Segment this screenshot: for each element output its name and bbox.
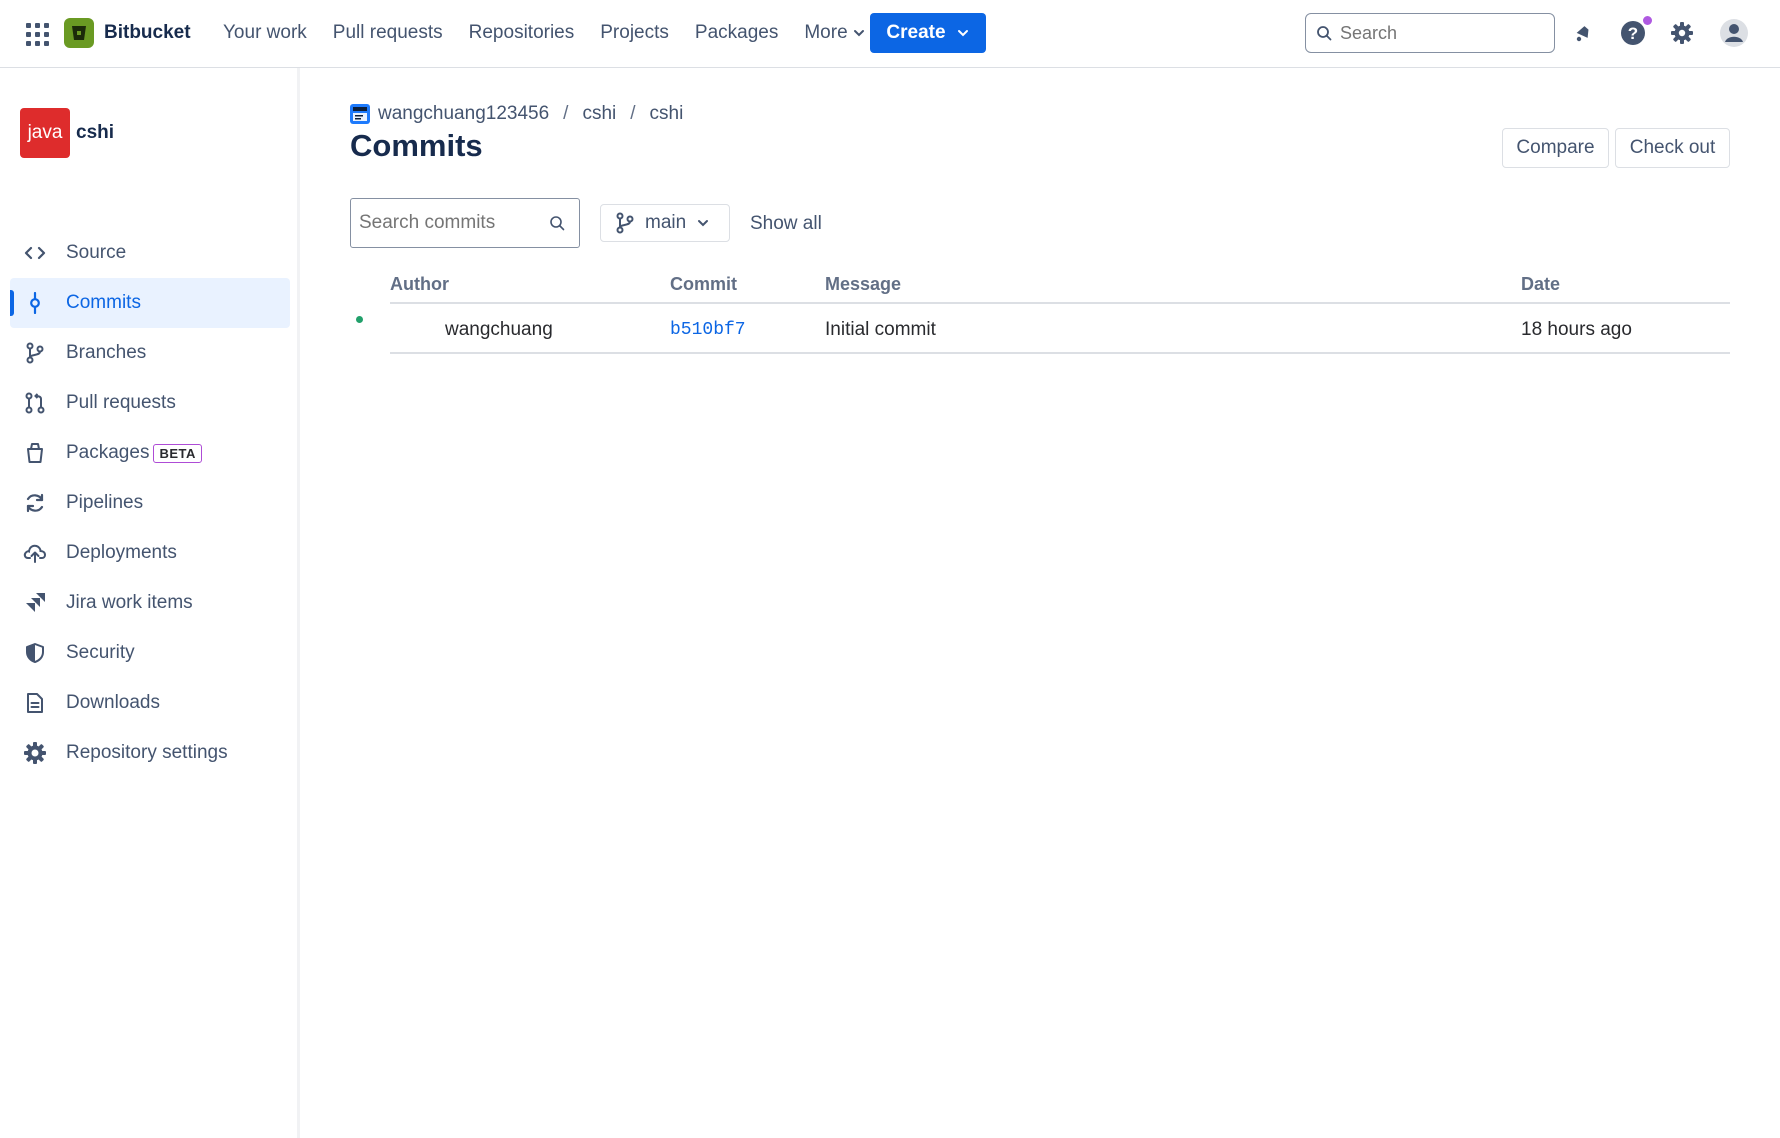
commit-search-field[interactable] <box>350 198 580 248</box>
sidebar-item-packages[interactable]: Packages BETA <box>10 428 290 478</box>
nav-packages[interactable]: Packages <box>682 13 791 53</box>
gear-icon <box>22 740 48 766</box>
primary-nav: Your work Pull requests Repositories Pro… <box>210 0 879 66</box>
nav-your-work[interactable]: Your work <box>210 13 320 53</box>
branch-icon <box>616 212 634 234</box>
settings-gear-icon[interactable] <box>1665 16 1699 50</box>
breadcrumb-separator: / <box>630 103 636 124</box>
bitbucket-logo-icon <box>64 18 94 48</box>
column-commit: Commit <box>670 274 737 294</box>
profile-avatar-icon[interactable] <box>1717 16 1751 50</box>
sidebar-item-security[interactable]: Security <box>10 628 290 678</box>
shield-icon <box>22 640 48 666</box>
chevron-down-icon <box>853 30 864 37</box>
sidebar-item-label: Pipelines <box>66 492 144 513</box>
sidebar-item-label: Commits <box>66 292 141 313</box>
branch-selector[interactable]: main <box>600 204 730 242</box>
commit-icon <box>22 290 48 316</box>
build-status-dot <box>356 316 363 323</box>
column-date: Date <box>1521 274 1561 294</box>
sidebar-item-jira-work-items[interactable]: Jira work items <box>10 578 290 628</box>
sidebar-item-pull-requests[interactable]: Pull requests <box>10 378 290 428</box>
jira-icon <box>22 590 48 616</box>
page-title: Commits <box>350 128 483 163</box>
commit-date: 18 hours ago <box>1521 319 1632 340</box>
repository-sidebar: java cshi Source Commits Branches Pull r… <box>0 68 300 1138</box>
nav-more-dropdown[interactable]: More <box>791 13 878 53</box>
svg-text:?: ? <box>1628 24 1638 43</box>
product-name: Bitbucket <box>104 22 191 43</box>
table-header: Author Commit Message Date <box>390 266 1730 304</box>
commit-hash-link[interactable]: b510bf7 <box>670 320 746 340</box>
code-icon <box>22 240 48 266</box>
sidebar-item-branches[interactable]: Branches <box>10 328 290 378</box>
commit-message[interactable]: Initial commit <box>825 319 936 341</box>
help-notification-dot <box>1643 16 1652 25</box>
repository-avatar: java <box>20 108 70 158</box>
package-icon <box>22 440 48 466</box>
sidebar-item-downloads[interactable]: Downloads <box>10 678 290 728</box>
sidebar-item-label: Packages <box>66 442 150 463</box>
column-message: Message <box>825 274 902 294</box>
sidebar-nav: Source Commits Branches Pull requests Pa… <box>10 228 290 778</box>
create-button[interactable]: Create <box>870 13 986 53</box>
bitbucket-logo[interactable]: Bitbucket <box>64 17 191 49</box>
pipelines-icon <box>22 490 48 516</box>
sidebar-item-repository-settings[interactable]: Repository settings <box>10 728 290 778</box>
branch-icon <box>22 340 48 366</box>
global-search-input[interactable] <box>1340 22 1540 44</box>
app-switcher-icon[interactable] <box>24 21 50 47</box>
sidebar-item-label: Deployments <box>66 542 177 563</box>
breadcrumb: wangchuang123456 / cshi / cshi <box>350 102 683 126</box>
compare-button[interactable]: Compare <box>1502 128 1609 168</box>
nav-projects[interactable]: Projects <box>587 13 682 53</box>
sidebar-item-deployments[interactable]: Deployments <box>10 528 290 578</box>
nav-pull-requests[interactable]: Pull requests <box>320 13 456 53</box>
nav-repositories[interactable]: Repositories <box>456 13 588 53</box>
notifications-icon[interactable] <box>1566 16 1600 50</box>
global-search[interactable] <box>1305 13 1555 53</box>
search-icon <box>550 216 565 231</box>
sidebar-item-label: Branches <box>66 342 147 363</box>
table-row: wangchuang b510bf7 Initial commit 18 hou… <box>390 304 1730 354</box>
sidebar-item-label: Source <box>66 242 127 263</box>
nav-more-label: More <box>804 22 848 43</box>
column-author: Author <box>390 274 449 294</box>
sidebar-item-label: Security <box>66 642 135 663</box>
breadcrumb-separator: / <box>563 103 569 124</box>
create-label: Create <box>886 22 946 43</box>
sidebar-item-source[interactable]: Source <box>10 228 290 278</box>
sidebar-item-pipelines[interactable]: Pipelines <box>10 478 290 528</box>
breadcrumb-repository[interactable]: cshi <box>650 103 684 125</box>
commit-author[interactable]: wangchuang <box>445 319 553 341</box>
repository-header[interactable]: java cshi <box>20 108 114 158</box>
beta-badge: BETA <box>153 443 202 463</box>
file-icon <box>22 690 48 716</box>
cloud-upload-icon <box>22 540 48 566</box>
pull-request-icon <box>22 390 48 416</box>
search-icon <box>1317 26 1332 41</box>
breadcrumb-project[interactable]: cshi <box>582 103 616 125</box>
commit-search-input[interactable] <box>359 212 549 234</box>
sidebar-item-label: Jira work items <box>66 592 193 613</box>
sidebar-item-commits[interactable]: Commits <box>10 278 290 328</box>
sidebar-item-label: Repository settings <box>66 742 228 763</box>
show-all-link[interactable]: Show all <box>750 213 822 235</box>
workspace-icon <box>350 104 370 124</box>
breadcrumb-workspace[interactable]: wangchuang123456 <box>378 103 549 125</box>
sidebar-item-label: Downloads <box>66 692 160 713</box>
repository-name: cshi <box>76 122 115 143</box>
check-out-button[interactable]: Check out <box>1615 128 1730 168</box>
sidebar-item-label: Pull requests <box>66 392 176 413</box>
chevron-down-icon <box>957 30 968 37</box>
branch-name: main <box>645 212 687 233</box>
chevron-down-icon <box>698 220 709 227</box>
top-navigation: Bitbucket Your work Pull requests Reposi… <box>0 0 1780 68</box>
